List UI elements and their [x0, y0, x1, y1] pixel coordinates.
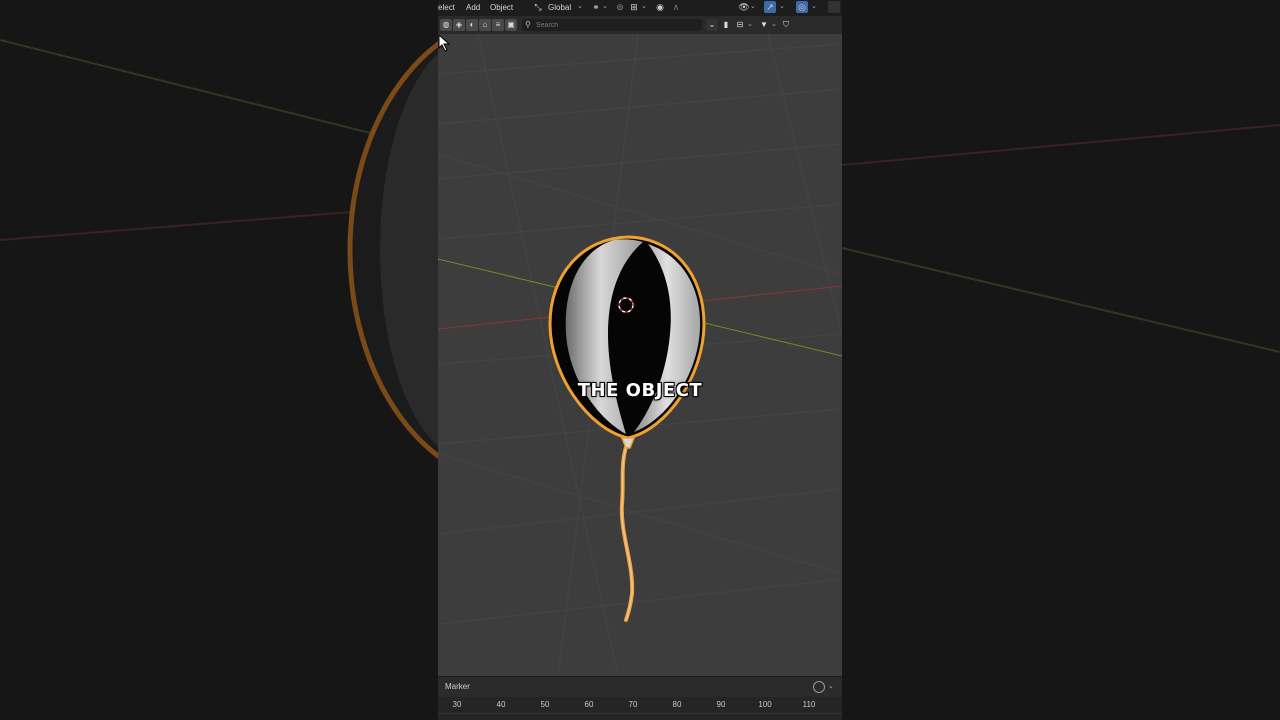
search-field[interactable]: ⚲ [522, 19, 702, 31]
timeline-ruler[interactable]: 30 40 50 60 70 80 90 100 110 [438, 697, 842, 720]
filter-icon[interactable]: ▼ [758, 19, 770, 31]
falloff-icon[interactable]: ∧ [670, 1, 682, 13]
chevron-down-icon[interactable]: ⌄ [779, 1, 785, 13]
search-icon: ⚲ [525, 20, 531, 29]
frame-tick: 70 [628, 700, 638, 709]
menu-object[interactable]: Object [490, 2, 513, 13]
chevron-down-icon[interactable]: ⌄ [577, 1, 583, 13]
frame-tick: 60 [584, 700, 594, 709]
chevron-down-icon[interactable]: ⌄ [602, 1, 608, 13]
filter-toggle-icon[interactable]: ⌄ [706, 19, 718, 31]
menu-select[interactable]: elect [438, 2, 455, 13]
shield-icon[interactable]: ⛉ [780, 19, 792, 31]
background-left [0, 0, 438, 720]
snap-target-icon[interactable]: ⊞ [628, 1, 640, 13]
viewport-header: elect Add Object ⤡ Global ⌄ ⚭ ⌄ ⊚ ⊞ ⌄ ◉ … [438, 0, 842, 16]
marker-menu[interactable]: Marker [445, 682, 470, 691]
bookmark-icon[interactable]: ▮ [720, 19, 732, 31]
brush-icon[interactable]: ⌂ [479, 19, 491, 31]
overlay-icon[interactable]: ◎ [796, 1, 808, 13]
gizmo-icon[interactable]: ↗ [764, 1, 776, 13]
balloon-knot [620, 437, 636, 449]
chevron-down-icon[interactable]: ⌄ [750, 1, 756, 13]
proportional-edit-icon[interactable]: ◉ [654, 1, 666, 13]
pivot-icon[interactable]: ⚭ [590, 1, 602, 13]
layers-icon[interactable]: ≡ [492, 19, 504, 31]
timeline-header: Marker ⌄ [438, 676, 842, 697]
world-icon[interactable]: ◐ [466, 19, 478, 31]
frame-tick: 100 [758, 700, 772, 709]
mouse-pointer-icon [438, 34, 451, 52]
3d-viewport[interactable]: THE OBJECT [438, 34, 842, 676]
chevron-down-icon[interactable]: ⌄ [641, 1, 647, 13]
frame-tick: 30 [452, 700, 462, 709]
snap-icon[interactable]: ⊚ [614, 1, 626, 13]
frame-tick: 110 [802, 700, 816, 709]
transform-orientation-dropdown[interactable]: Global [548, 2, 571, 13]
globe-icon[interactable]: ◍ [440, 19, 452, 31]
blender-window: elect Add Object ⤡ Global ⌄ ⚭ ⌄ ⊚ ⊞ ⌄ ◉ … [438, 0, 842, 720]
image-icon[interactable]: ▣ [505, 19, 517, 31]
transform-orientation-icon[interactable]: ⤡ [532, 1, 544, 13]
marker-toggle-icon[interactable] [813, 681, 825, 693]
frame-tick: 90 [716, 700, 726, 709]
timeline-divider [438, 713, 842, 714]
search-input[interactable] [536, 19, 696, 31]
xray-icon[interactable] [828, 1, 840, 13]
frame-tick: 80 [672, 700, 682, 709]
chevron-down-icon[interactable]: ⌄ [771, 19, 777, 31]
layout-icon[interactable]: ⊟ [734, 19, 746, 31]
object-icon[interactable]: ◈ [453, 19, 465, 31]
frame-tick: 40 [496, 700, 506, 709]
visibility-icon[interactable]: 👁 [738, 1, 750, 13]
frame-tick: 50 [540, 700, 550, 709]
chevron-down-icon[interactable]: ⌄ [828, 681, 834, 693]
background-right [842, 0, 1280, 720]
outliner-toolbar: ◍ ◈ ◐ ⌂ ≡ ▣ ⚲ ⌄ ▮ ⊟ ⌄ ▼ ⌄ ⛉ [438, 16, 842, 34]
chevron-down-icon[interactable]: ⌄ [811, 1, 817, 13]
caption-overlay: THE OBJECT [577, 380, 703, 401]
menu-add[interactable]: Add [466, 2, 480, 13]
chevron-down-icon[interactable]: ⌄ [747, 19, 753, 31]
